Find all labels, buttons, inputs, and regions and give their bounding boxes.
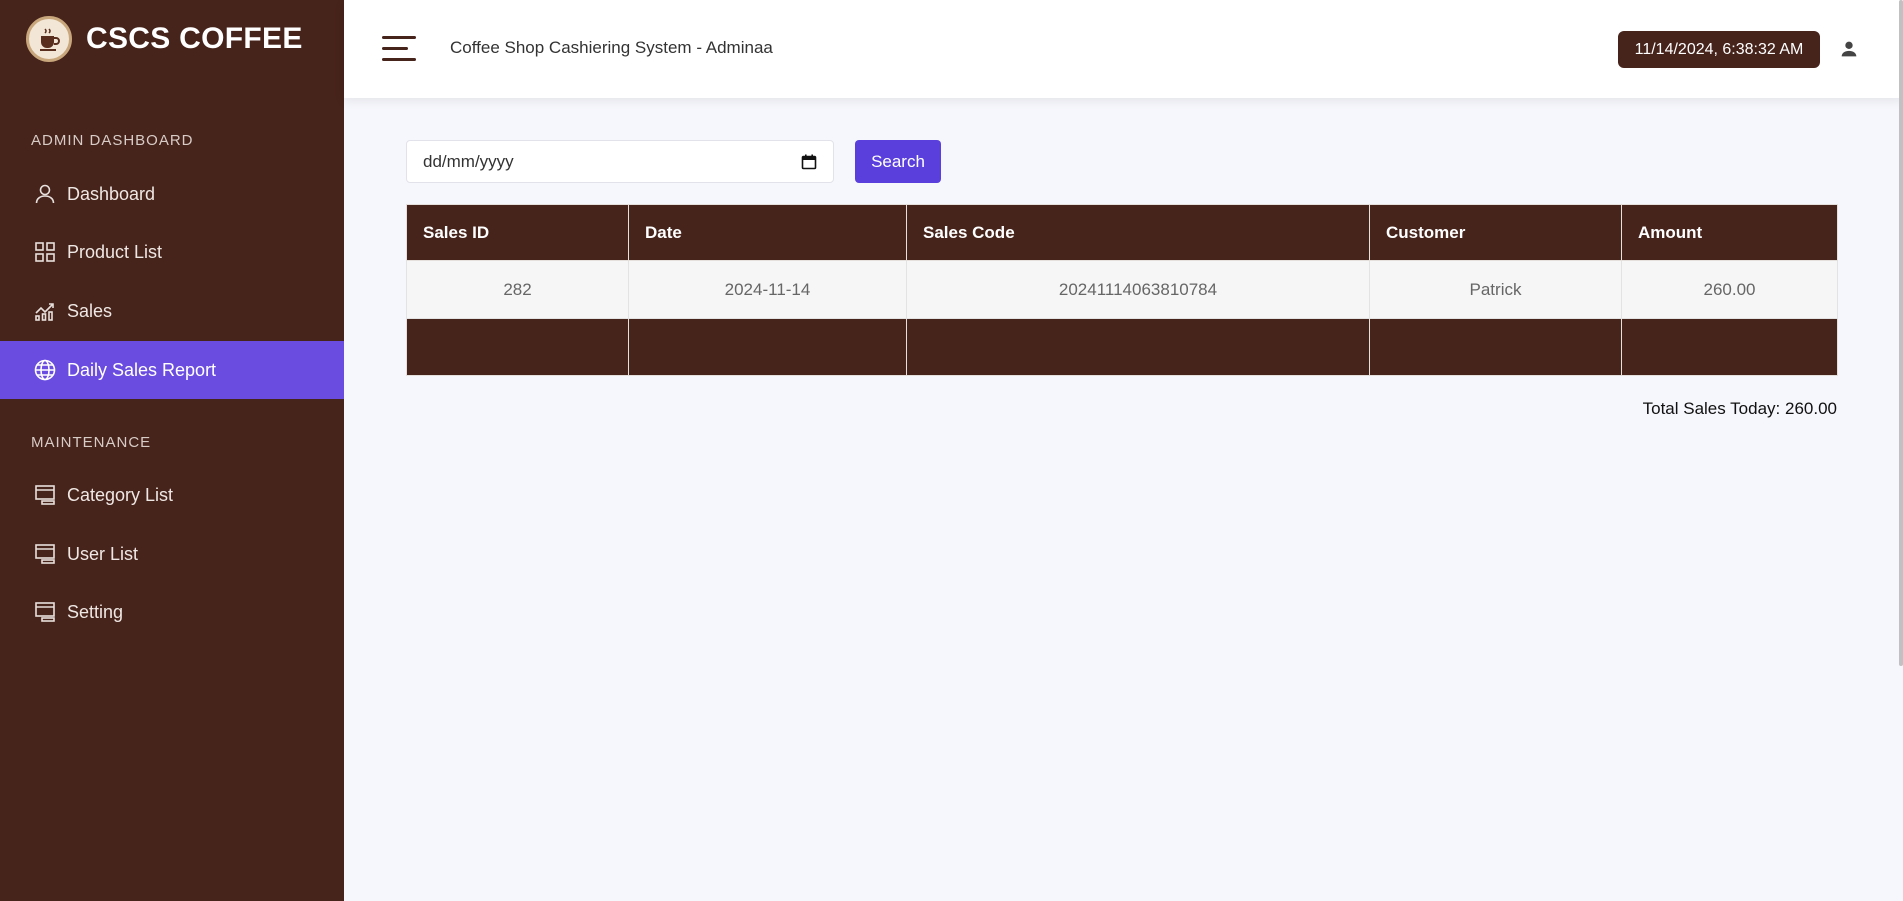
table-row: 282 2024-11-14 20241114063810784 Patrick… <box>406 260 1838 319</box>
column-header-sales-code: Sales Code <box>906 204 1370 261</box>
sidebar-item-user-list[interactable]: User List <box>0 525 344 583</box>
sidebar-item-label: Dashboard <box>67 183 156 204</box>
sidebar-item-label: Daily Sales Report <box>67 359 217 380</box>
page-title: Coffee Shop Cashiering System - Adminaa <box>450 38 773 57</box>
sidebar-item-label: Product List <box>67 241 163 262</box>
monitor-icon <box>35 602 55 622</box>
cell-sales-id: 282 <box>406 260 629 319</box>
search-button[interactable]: Search <box>855 140 941 183</box>
grid-icon <box>35 242 55 262</box>
cell-amount: 260.00 <box>1621 260 1838 319</box>
sidebar-item-label: Category List <box>67 484 174 505</box>
sidebar: CSCS COFFEE ADMIN DASHBOARD Dashboard Pr… <box>0 0 344 901</box>
date-filter-input[interactable]: dd/mm/yyyy <box>406 140 834 183</box>
sidebar-item-dashboard[interactable]: Dashboard <box>0 165 344 223</box>
cell-sales-code: 20241114063810784 <box>906 260 1370 319</box>
user-icon <box>35 184 55 204</box>
sidebar-item-daily-sales-report[interactable]: Daily Sales Report <box>0 341 344 399</box>
sidebar-item-setting[interactable]: Setting <box>0 583 344 641</box>
monitor-icon <box>35 544 55 564</box>
sidebar-item-category-list[interactable]: Category List <box>0 466 344 524</box>
sidebar-item-sales[interactable]: Sales <box>0 282 344 340</box>
table-header-row: Sales ID Date Sales Code Customer Amount <box>406 204 1838 261</box>
total-sales-today: Total Sales Today: 260.00 <box>1642 399 1837 418</box>
section-heading-admin: ADMIN DASHBOARD <box>31 132 194 149</box>
column-header-customer: Customer <box>1369 204 1622 261</box>
sidebar-item-label: User List <box>67 543 139 564</box>
sidebar-item-label: Sales <box>67 300 113 321</box>
globe-icon <box>34 359 56 381</box>
monitor-icon <box>35 485 55 505</box>
sales-table: Sales ID Date Sales Code Customer Amount… <box>406 204 1838 376</box>
hamburger-menu-icon[interactable] <box>382 34 416 64</box>
column-header-date: Date <box>628 204 907 261</box>
section-heading-maintenance: MAINTENANCE <box>31 434 152 451</box>
brand-title: CSCS COFFEE <box>86 22 303 55</box>
top-header: Coffee Shop Cashiering System - Adminaa … <box>344 0 1903 98</box>
sidebar-item-product-list[interactable]: Product List <box>0 223 344 281</box>
column-header-amount: Amount <box>1621 204 1838 261</box>
cell-customer: Patrick <box>1369 260 1622 319</box>
coffee-logo-icon <box>26 16 72 62</box>
brand[interactable]: CSCS COFFEE <box>26 16 303 62</box>
page-scrollbar[interactable] <box>1899 0 1903 666</box>
column-header-sales-id: Sales ID <box>406 204 629 261</box>
date-placeholder: dd/mm/yyyy <box>423 151 514 171</box>
user-account-icon[interactable] <box>1838 38 1860 60</box>
table-footer-row <box>406 318 1838 376</box>
chart-icon <box>35 303 54 321</box>
sidebar-item-label: Setting <box>67 601 124 622</box>
calendar-icon[interactable] <box>801 154 817 170</box>
cell-date: 2024-11-14 <box>628 260 907 319</box>
datetime-badge: 11/14/2024, 6:38:32 AM <box>1618 31 1820 68</box>
